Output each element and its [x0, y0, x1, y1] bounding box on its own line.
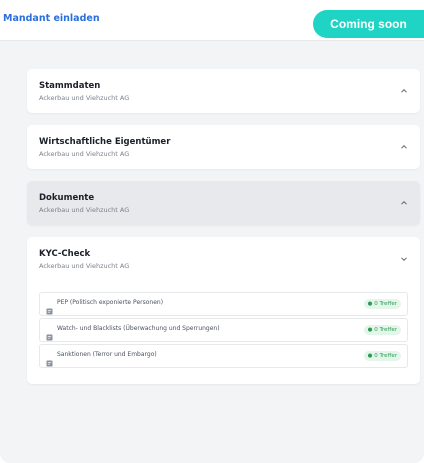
kyc-check-row[interactable]: Sanktionen (Terror und Embargo) ● 0 Tref…	[39, 344, 408, 368]
chevron-up-icon[interactable]	[398, 85, 410, 97]
section-documents[interactable]: Dokumente Ackerbau und Viehzucht AG	[27, 181, 420, 225]
section-title: Wirtschaftliche Eigentümer	[39, 137, 171, 147]
kyc-check-label: Watch- und Blacklists (Überwachung und S…	[57, 325, 220, 332]
hit-count-text: 0 Treffer	[374, 301, 397, 307]
main-content: Stammdaten Ackerbau und Viehzucht AG Wir…	[0, 41, 424, 463]
section-subtitle: Ackerbau und Viehzucht AG	[39, 262, 130, 270]
kyc-check-row[interactable]: Watch- und Blacklists (Überwachung und S…	[39, 318, 408, 342]
top-bar: Mandant einladen Coming soon	[0, 0, 424, 41]
document-icon	[46, 326, 53, 341]
document-icon	[46, 300, 53, 315]
kyc-check-list: PEP (Politisch exponierte Personen) ● 0 …	[39, 292, 408, 370]
hit-count-badge: ● 0 Treffer	[363, 325, 401, 335]
section-subtitle: Ackerbau und Viehzucht AG	[39, 206, 130, 214]
chevron-down-icon[interactable]	[398, 253, 410, 265]
section-beneficial-owners[interactable]: Wirtschaftliche Eigentümer Ackerbau und …	[27, 125, 420, 169]
hit-count-text: 0 Treffer	[374, 327, 397, 333]
section-header[interactable]: Wirtschaftliche Eigentümer Ackerbau und …	[27, 125, 420, 169]
section-header[interactable]: Stammdaten Ackerbau und Viehzucht AG	[27, 69, 420, 113]
section-kyc-check[interactable]: KYC-Check Ackerbau und Viehzucht AG PEP …	[27, 237, 420, 384]
kyc-check-row[interactable]: PEP (Politisch exponierte Personen) ● 0 …	[39, 292, 408, 316]
hit-count-badge: ● 0 Treffer	[363, 351, 401, 361]
chevron-up-icon[interactable]	[398, 141, 410, 153]
section-title: Stammdaten	[39, 81, 101, 91]
document-icon	[46, 352, 53, 367]
hit-count-text: 0 Treffer	[374, 353, 397, 359]
kyc-check-label: PEP (Politisch exponierte Personen)	[57, 299, 164, 306]
invite-client-link[interactable]: Mandant einladen	[3, 13, 100, 24]
section-subtitle: Ackerbau und Viehzucht AG	[39, 94, 130, 102]
section-title: Dokumente	[39, 193, 95, 203]
kyc-check-label: Sanktionen (Terror und Embargo)	[57, 351, 157, 358]
section-stammdaten[interactable]: Stammdaten Ackerbau und Viehzucht AG	[27, 69, 420, 113]
section-header[interactable]: Dokumente Ackerbau und Viehzucht AG	[27, 181, 420, 225]
section-title: KYC-Check	[39, 249, 91, 259]
section-header[interactable]: KYC-Check Ackerbau und Viehzucht AG	[27, 237, 420, 281]
chevron-up-icon[interactable]	[398, 197, 410, 209]
section-subtitle: Ackerbau und Viehzucht AG	[39, 150, 130, 158]
hit-count-badge: ● 0 Treffer	[363, 299, 401, 309]
coming-soon-badge: Coming soon	[313, 10, 424, 38]
